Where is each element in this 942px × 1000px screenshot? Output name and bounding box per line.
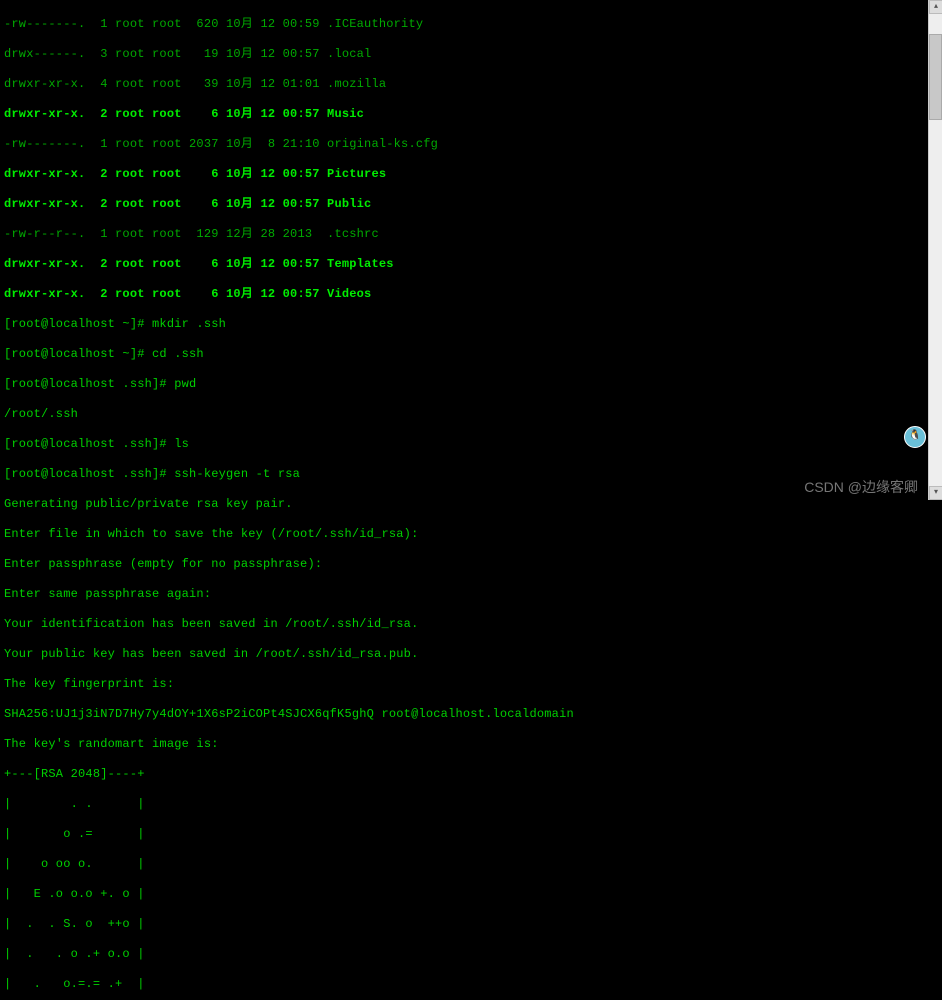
ls-line: drwxr-xr-x. 2 root root 6 10月 12 00:57 P… [4, 197, 938, 212]
output-line: SHA256:UJ1j3iN7D7Hy7y4dOY+1X6sP2iCOPt4SJ… [4, 707, 938, 722]
prompt-line: [root@localhost .ssh]# pwd [4, 377, 938, 392]
ls-line: drwxr-xr-x. 2 root root 6 10月 12 00:57 P… [4, 167, 938, 182]
prompt-line: [root@localhost .ssh]# ls [4, 437, 938, 452]
ls-line: drwxr-xr-x. 2 root root 6 10月 12 00:57 V… [4, 287, 938, 302]
randomart-line: | o .= | [4, 827, 938, 842]
scrollbar-track[interactable] [929, 14, 942, 486]
ls-line: -rw-r--r--. 1 root root 129 12月 28 2013 … [4, 227, 938, 242]
output-line: /root/.ssh [4, 407, 938, 422]
randomart-line: | . . | [4, 797, 938, 812]
prompt-line: [root@localhost .ssh]# ssh-keygen -t rsa [4, 467, 938, 482]
terminal-output[interactable]: -rw-------. 1 root root 620 10月 12 00:59… [4, 2, 938, 1000]
prompt-line: [root@localhost ~]# cd .ssh [4, 347, 938, 362]
prompt-line: [root@localhost ~]# mkdir .ssh [4, 317, 938, 332]
randomart-line: +---[RSA 2048]----+ [4, 767, 938, 782]
randomart-line: | . . o .+ o.o | [4, 947, 938, 962]
output-line: The key fingerprint is: [4, 677, 938, 692]
output-line: Enter same passphrase again: [4, 587, 938, 602]
scrollbar-thumb[interactable] [929, 34, 942, 120]
output-line: Generating public/private rsa key pair. [4, 497, 938, 512]
ls-line: drwxr-xr-x. 4 root root 39 10月 12 01:01 … [4, 77, 938, 92]
output-line: Enter passphrase (empty for no passphras… [4, 557, 938, 572]
output-line: Enter file in which to save the key (/ro… [4, 527, 938, 542]
vertical-scrollbar[interactable]: ▴ ▾ [928, 0, 942, 500]
ls-line: drwxr-xr-x. 2 root root 6 10月 12 00:57 T… [4, 257, 938, 272]
avatar-icon: 🐧 [904, 426, 926, 448]
output-line: Your identification has been saved in /r… [4, 617, 938, 632]
randomart-line: | E .o o.o +. o | [4, 887, 938, 902]
scroll-down-button[interactable]: ▾ [929, 486, 942, 500]
output-line: The key's randomart image is: [4, 737, 938, 752]
ls-line: drwx------. 3 root root 19 10月 12 00:57 … [4, 47, 938, 62]
ls-line: -rw-------. 1 root root 2037 10月 8 21:10… [4, 137, 938, 152]
randomart-line: | . . S. o ++o | [4, 917, 938, 932]
scroll-up-button[interactable]: ▴ [929, 0, 942, 14]
ls-line: drwxr-xr-x. 2 root root 6 10月 12 00:57 M… [4, 107, 938, 122]
randomart-line: | o oo o. | [4, 857, 938, 872]
output-line: Your public key has been saved in /root/… [4, 647, 938, 662]
randomart-line: | . o.=.= .+ | [4, 977, 938, 992]
ls-line: -rw-------. 1 root root 620 10月 12 00:59… [4, 17, 938, 32]
